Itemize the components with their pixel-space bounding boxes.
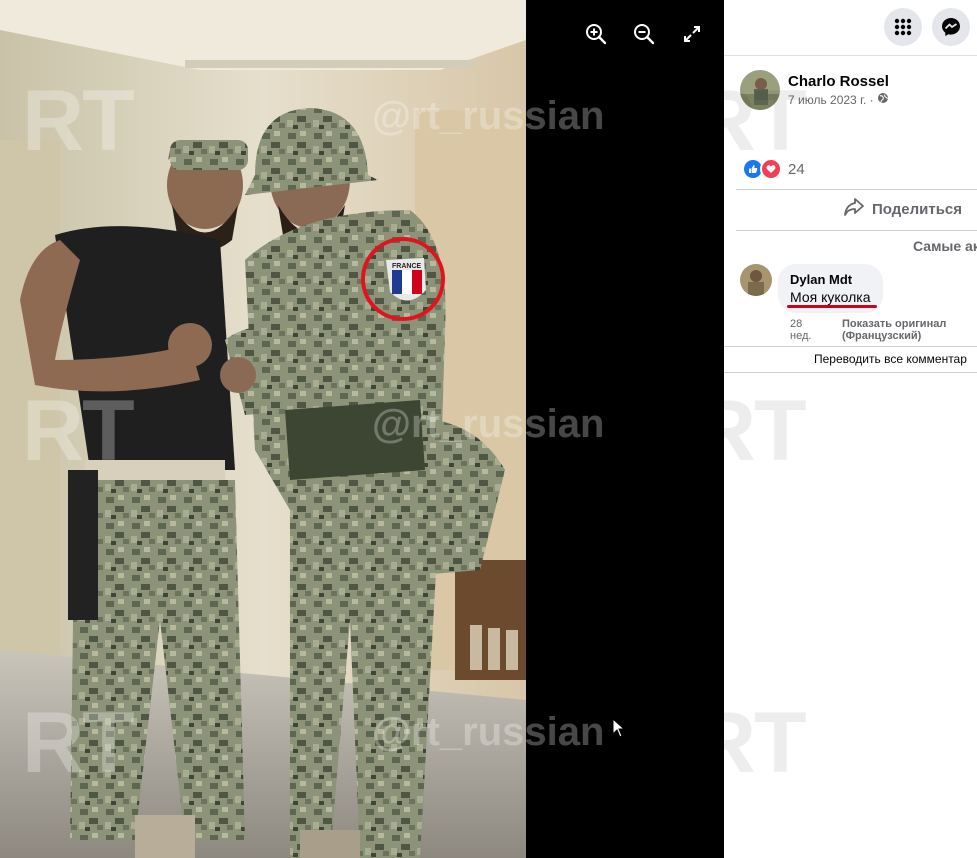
mouse-cursor-icon xyxy=(612,717,626,743)
comment-sort-dropdown[interactable]: Самые ак xyxy=(913,238,977,254)
comment-time[interactable]: 28 нед. xyxy=(790,318,814,342)
share-icon xyxy=(844,198,864,220)
highlight-underline xyxy=(787,305,877,308)
post-photo[interactable]: FRANCE xyxy=(0,0,526,858)
comment-text: Моя куколка xyxy=(790,289,871,305)
reaction-count: 24 xyxy=(788,160,805,178)
post-panel: Charlo Rossel 7 июль 2023 г. · 24 Подели… xyxy=(724,0,977,858)
divider xyxy=(736,230,977,231)
post-author-name[interactable]: Charlo Rossel xyxy=(788,72,889,92)
comment-author[interactable]: Dylan Mdt xyxy=(790,272,871,288)
post-header: Charlo Rossel 7 июль 2023 г. · xyxy=(740,70,889,110)
avatar[interactable] xyxy=(740,264,772,296)
divider xyxy=(736,189,977,190)
show-original-link[interactable]: Показать оригинал (Французский) xyxy=(842,318,972,342)
reactions-summary[interactable]: 24 xyxy=(742,158,805,180)
share-button[interactable]: Поделиться xyxy=(844,198,962,220)
divider xyxy=(724,372,977,373)
messenger-icon[interactable] xyxy=(932,8,970,46)
post-date[interactable]: 7 июль 2023 г. · xyxy=(788,92,874,108)
love-reaction-icon xyxy=(760,158,782,180)
divider xyxy=(724,346,977,347)
top-bar xyxy=(724,0,977,56)
translate-all-link[interactable]: Переводить все комментар xyxy=(814,352,967,366)
zoom-in-icon[interactable] xyxy=(580,18,612,50)
patch-label: FRANCE xyxy=(392,263,421,270)
watermark-brand: RT xyxy=(724,383,807,479)
globe-icon xyxy=(877,92,889,108)
share-label: Поделиться xyxy=(872,200,963,218)
avatar[interactable] xyxy=(740,70,780,110)
watermark-brand: RT xyxy=(724,695,807,791)
grid-menu-icon[interactable] xyxy=(884,8,922,46)
photo-viewer: FRANCE RT @rt_russian RT @rt_russian RT … xyxy=(0,0,724,858)
comment-meta: 28 нед. Показать оригинал (Французский) xyxy=(790,318,972,342)
zoom-out-icon[interactable] xyxy=(628,18,660,50)
fullscreen-icon[interactable] xyxy=(676,18,708,50)
